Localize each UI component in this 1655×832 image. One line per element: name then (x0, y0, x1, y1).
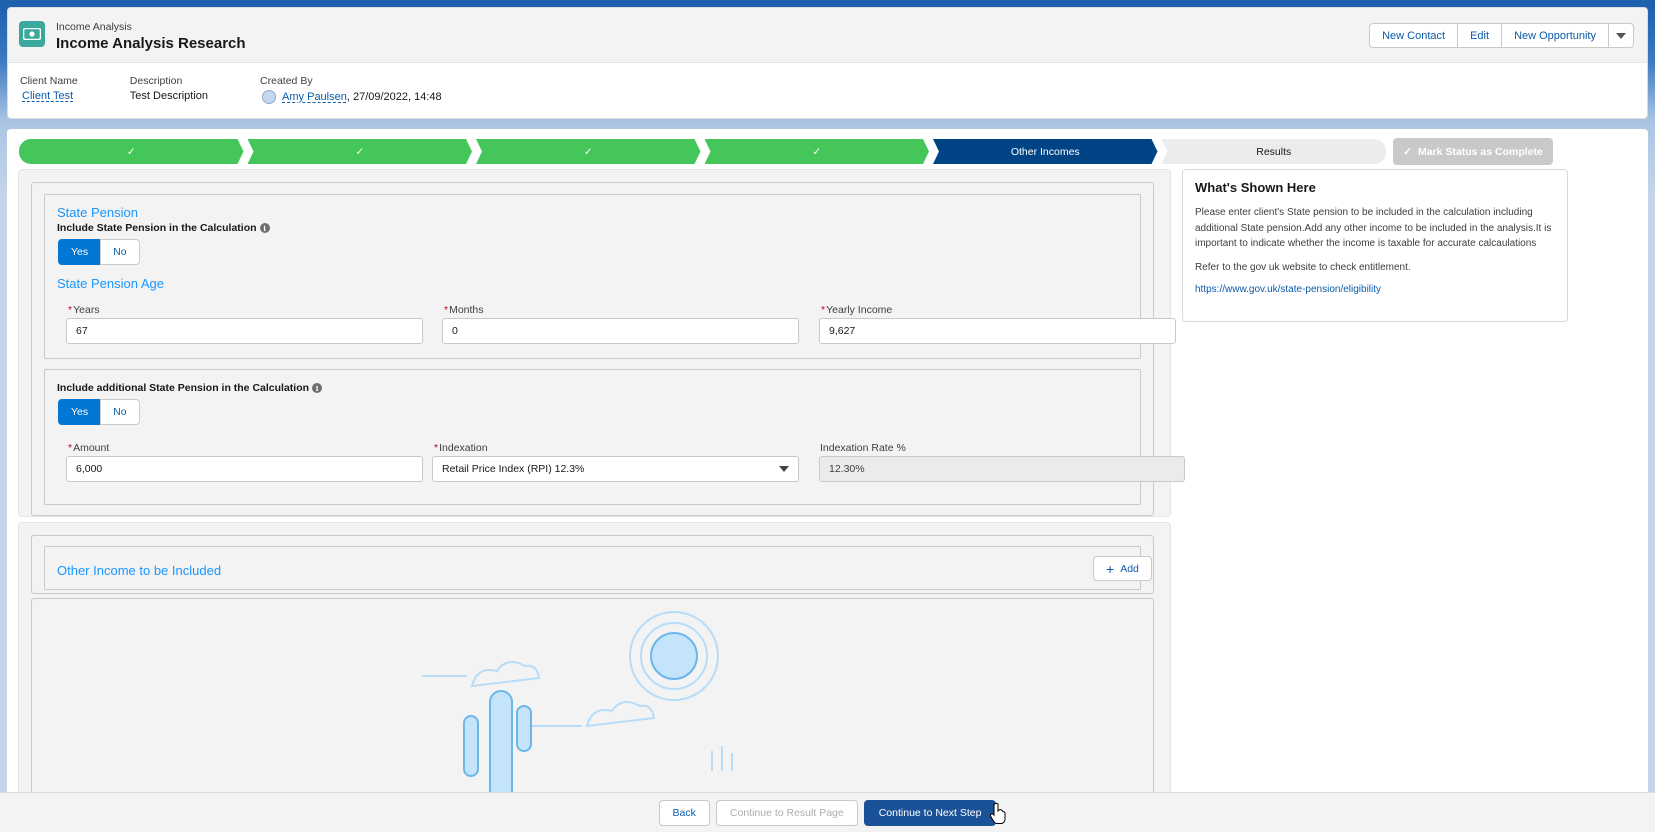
client-name-link[interactable]: Client Test (22, 90, 73, 102)
highlights-panel: Client Name Client Test Description Test… (20, 75, 494, 104)
path-step-1[interactable]: ✓ (19, 139, 244, 164)
path-step-4[interactable]: ✓ (705, 139, 930, 164)
created-by-field: Created By Amy Paulsen , 27/09/2022, 14:… (260, 75, 442, 104)
main-card: ✓ ✓ ✓ ✓ Other Incomes Results ✓ Mark Sta… (7, 129, 1648, 832)
include-additional-pension-no[interactable]: No (100, 399, 140, 425)
description-value: Test Description (129, 90, 209, 102)
include-state-pension-yes[interactable]: Yes (58, 239, 102, 265)
yearly-income-label: *Yearly Income (821, 304, 893, 316)
include-additional-pension-text: Include additional State Pension in the … (57, 382, 310, 394)
created-by-user-link[interactable]: Amy Paulsen (282, 91, 347, 103)
path-step-2[interactable]: ✓ (248, 139, 473, 164)
check-icon: ✓ (1403, 145, 1412, 158)
flow-footer: Back Continue to Result Page Continue to… (0, 792, 1655, 832)
client-name-field: Client Name Client Test (20, 75, 78, 104)
record-title: Income Analysis Research (56, 35, 246, 52)
include-state-pension-text: Include State Pension in the Calculation (57, 222, 257, 234)
info-panel-title: What's Shown Here (1195, 180, 1316, 195)
amount-label: *Amount (68, 442, 110, 454)
indexation-select[interactable]: Retail Price Index (RPI) 12.3% (432, 456, 799, 482)
back-button[interactable]: Back (658, 799, 710, 826)
include-state-pension-toggle: Yes No (58, 239, 140, 265)
progress-path: ✓ ✓ ✓ ✓ Other Incomes Results (19, 139, 1386, 164)
path-step-3[interactable]: ✓ (476, 139, 701, 164)
include-additional-pension-toggle: Yes No (58, 399, 140, 425)
yearly-income-input[interactable] (819, 318, 1176, 344)
new-contact-button[interactable]: New Contact (1369, 23, 1459, 48)
other-income-container: Other Income to be Included + Add (31, 535, 1154, 594)
years-label: *Years (68, 304, 100, 316)
whats-shown-here-panel: What's Shown Here Please enter client's … (1182, 169, 1568, 322)
include-state-pension-label: Include State Pension in the Calculation… (57, 222, 270, 234)
more-actions-button[interactable] (1608, 23, 1634, 48)
add-label: Add (1120, 562, 1139, 575)
header-actions: New Contact Edit New Opportunity (1369, 23, 1634, 48)
amount-input[interactable] (66, 456, 423, 482)
path-step-other-incomes[interactable]: Other Incomes (933, 139, 1158, 164)
indexation-label: *Indexation (434, 442, 488, 454)
info-icon[interactable]: i (312, 383, 323, 393)
years-input[interactable] (66, 318, 423, 344)
record-header: Income Analysis Income Analysis Research… (7, 7, 1648, 119)
new-opportunity-button[interactable]: New Opportunity (1501, 23, 1609, 48)
mark-complete-label: Mark Status as Complete (1417, 145, 1543, 158)
client-name-label: Client Name (20, 75, 78, 87)
edit-button[interactable]: Edit (1457, 23, 1503, 48)
state-pension-panel: State Pension Include State Pension in t… (18, 169, 1185, 517)
user-avatar-icon (262, 90, 277, 104)
state-pension-box: State Pension Include State Pension in t… (44, 194, 1176, 359)
hand-cursor-icon (990, 802, 1006, 824)
chevron-down-icon (779, 466, 789, 472)
add-icon: + (1106, 560, 1115, 577)
indexation-rate-input (819, 456, 1185, 482)
continue-to-next-step-button[interactable]: Continue to Next Step (863, 799, 997, 826)
created-by-label: Created By (260, 75, 313, 87)
chevron-down-icon (1616, 32, 1626, 39)
indexation-rate-label: Indexation Rate % (820, 442, 906, 454)
eligibility-link[interactable]: https://www.gov.uk/state-pension/eligibi… (1195, 284, 1381, 295)
include-additional-pension-yes[interactable]: Yes (58, 399, 102, 425)
add-income-button[interactable]: + Add (1093, 556, 1152, 581)
money-icon (19, 21, 45, 47)
include-state-pension-no[interactable]: No (100, 239, 140, 265)
months-input[interactable] (442, 318, 799, 344)
info-panel-paragraph-2: Refer to the gov uk website to check ent… (1195, 261, 1411, 273)
created-by-date: , 27/09/2022, 14:48 (346, 91, 442, 103)
object-label: Income Analysis (56, 21, 132, 33)
other-income-panel: Other Income to be Included + Add (18, 522, 1171, 832)
other-income-title: Other Income to be Included (57, 563, 222, 578)
description-label: Description (129, 75, 183, 87)
path-step-results[interactable]: Results (1161, 139, 1386, 164)
state-pension-title: State Pension (57, 205, 138, 220)
desert-illustration (422, 611, 733, 801)
state-pension-age-title: State Pension Age (57, 276, 164, 291)
months-label: *Months (444, 304, 484, 316)
info-panel-paragraph-1: Please enter client's State pension to b… (1195, 207, 1552, 249)
include-additional-pension-label: Include additional State Pension in the … (57, 382, 323, 394)
continue-to-result-button[interactable]: Continue to Result Page (715, 799, 858, 826)
record-header-top: Income Analysis Income Analysis Research… (8, 8, 1647, 63)
indexation-selected-value: Retail Price Index (RPI) 12.3% (442, 463, 585, 475)
mark-complete-button[interactable]: ✓ Mark Status as Complete (1393, 138, 1553, 165)
other-income-header: Other Income to be Included + Add (44, 546, 1152, 590)
description-field: Description Test Description (130, 75, 208, 104)
info-icon[interactable]: i (259, 223, 270, 233)
state-pension-container: State Pension Include State Pension in t… (31, 182, 1185, 516)
additional-pension-box: Include additional State Pension in the … (44, 369, 1185, 505)
